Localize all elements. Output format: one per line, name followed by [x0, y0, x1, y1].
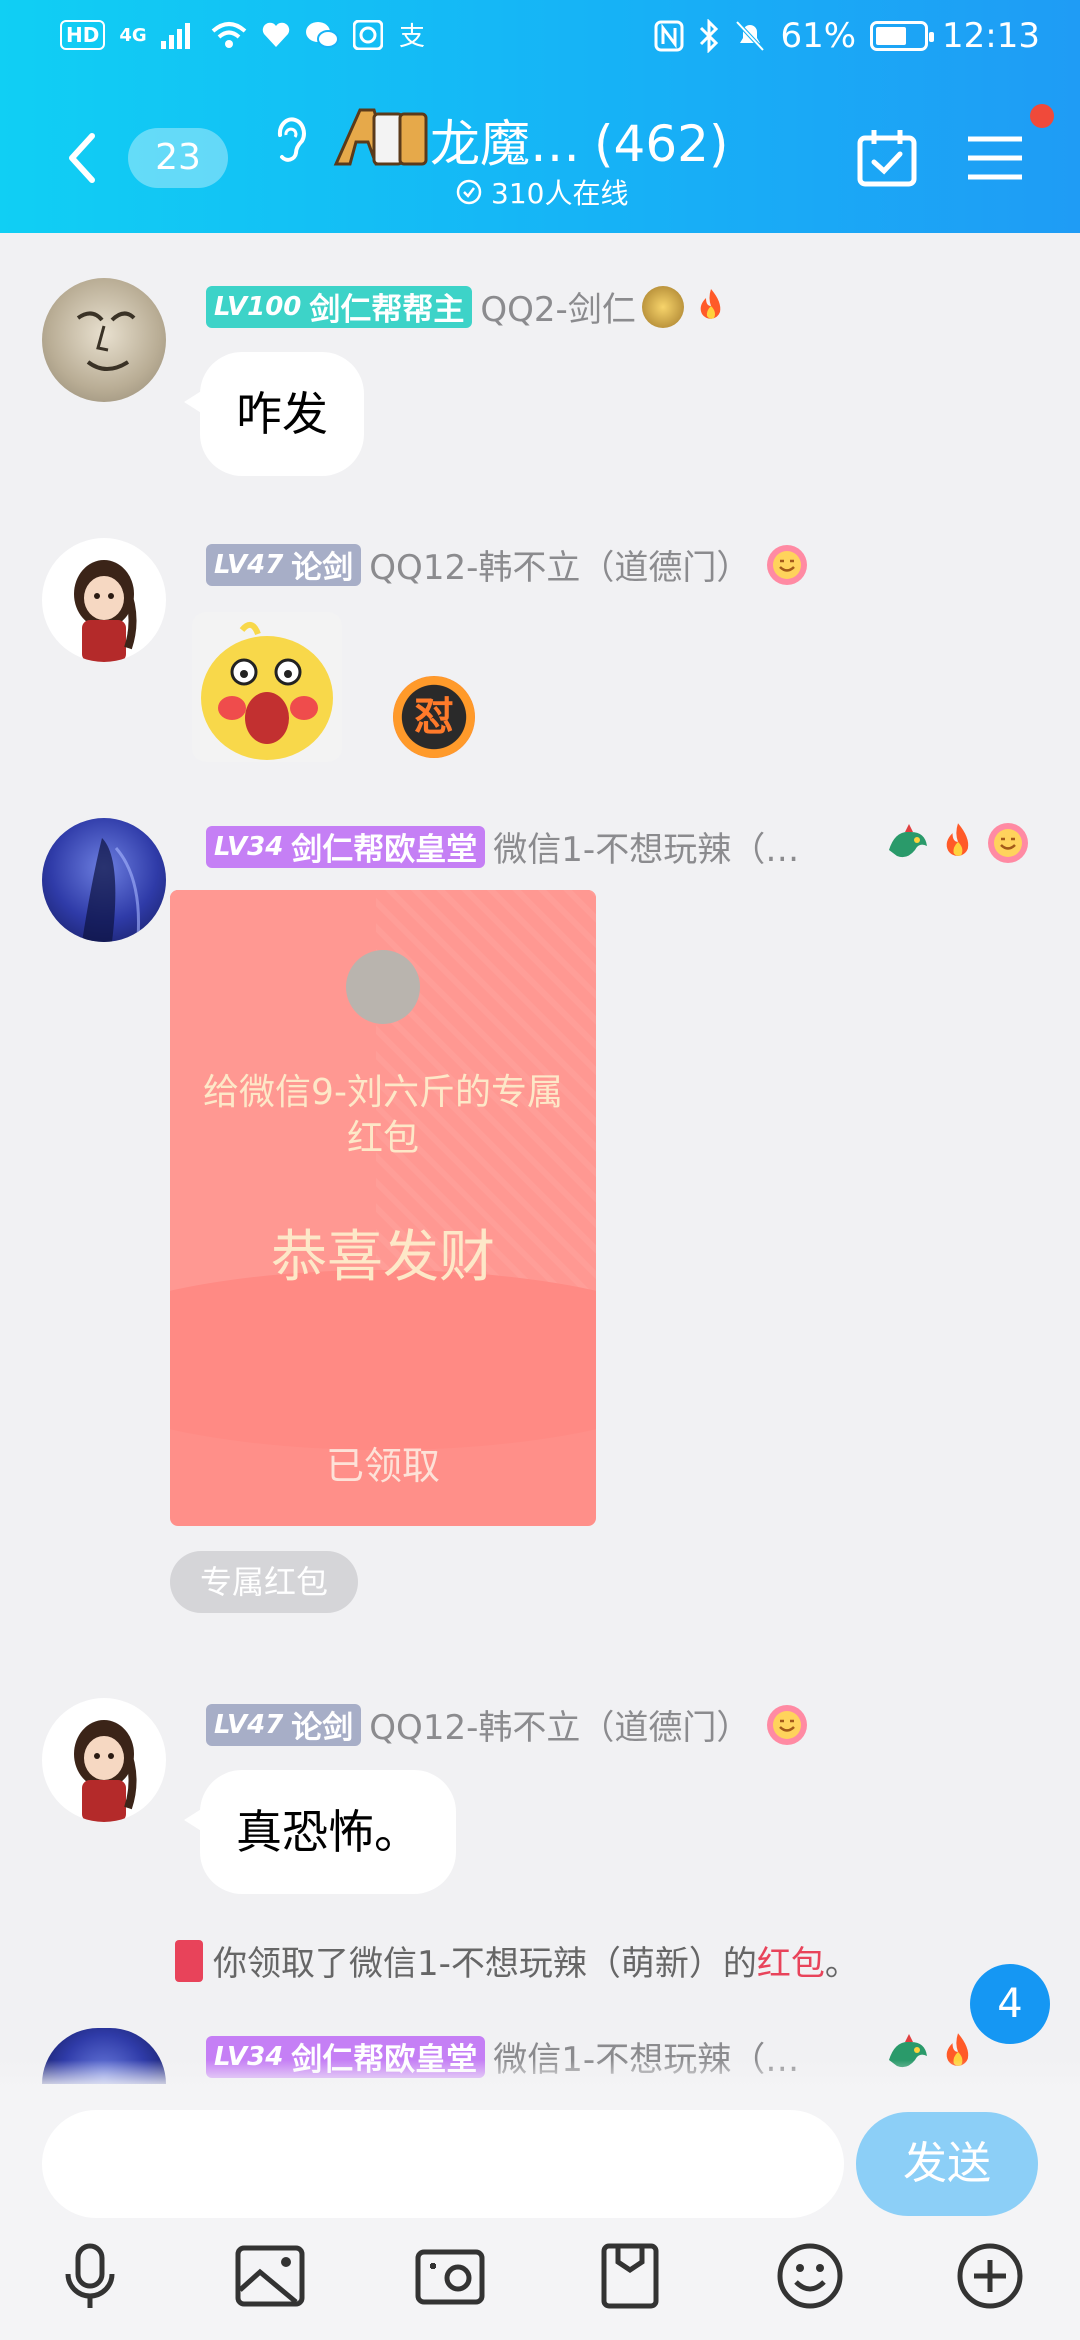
- check-circle-icon: [456, 179, 482, 205]
- angry-sticker-icon[interactable]: 怼: [393, 676, 475, 758]
- avatar[interactable]: [42, 538, 166, 662]
- notice-text: 你领取了微信1-不想玩辣（萌新）的: [213, 1944, 757, 1984]
- message-meta: LV47 论剑 QQ12-韩不立（道德门）: [206, 1700, 810, 1749]
- group-name: 龙魔…: [430, 115, 580, 173]
- input-toolbar: [0, 2240, 1080, 2320]
- sticker-caption: 怼: [414, 694, 454, 740]
- emoji-icon[interactable]: [774, 2240, 846, 2312]
- back-icon[interactable]: [62, 128, 102, 188]
- new-message-count-badge[interactable]: 4: [970, 1964, 1050, 2044]
- notification-dot: [1030, 104, 1054, 128]
- message-meta: LV100 剑仁帮帮主 QQ2-剑仁: [206, 282, 732, 331]
- smile-medal-icon: [988, 823, 1028, 863]
- hd-badge: HD: [60, 20, 106, 50]
- sender-nickname[interactable]: QQ12-韩不立（道德门）: [369, 1700, 750, 1749]
- wechat-icon: [305, 22, 339, 48]
- smile-medal-icon: [767, 544, 808, 585]
- notice-suffix: 。: [824, 1944, 859, 1984]
- avatar-figure-icon: [82, 838, 140, 942]
- mute-bell-icon: [735, 20, 765, 52]
- fire-icon: [700, 288, 721, 319]
- red-packet-link[interactable]: 红包: [757, 1936, 825, 1985]
- fire-icon: [946, 823, 969, 856]
- avatar-character-icon: [74, 1720, 137, 1822]
- red-packet-avatar: [346, 950, 420, 1024]
- level-badge: LV47 论剑: [206, 543, 362, 586]
- red-packet-type-tag: 专属红包: [170, 1551, 359, 1613]
- ear-icon[interactable]: [268, 115, 312, 165]
- message-meta: LV47 论剑 QQ12-韩不立（道德门）: [206, 540, 810, 589]
- group-title[interactable]: 龙魔… (462): [430, 104, 728, 176]
- avatar-face-icon: [76, 311, 136, 371]
- status-left: HD 4G 支: [60, 20, 427, 50]
- battery-icon: [870, 21, 935, 51]
- wifi-icon: [211, 22, 246, 48]
- unread-count-badge[interactable]: 23: [128, 128, 228, 188]
- sender-medals: [885, 820, 1031, 866]
- plus-icon[interactable]: [954, 2240, 1026, 2312]
- medal-icon: [641, 285, 684, 328]
- member-count: (462): [594, 115, 729, 173]
- red-packet-recipient: 给微信9-刘六斤的专属红包: [203, 1072, 563, 1159]
- menu-icon[interactable]: [966, 133, 1024, 183]
- red-packet-card[interactable]: 给微信9-刘六斤的专属红包 恭喜发财 已领取: [170, 890, 596, 1526]
- network-badge: 4G: [119, 24, 147, 46]
- image-icon[interactable]: [234, 2240, 306, 2312]
- message-bubble[interactable]: 咋发: [184, 352, 364, 476]
- send-button[interactable]: 发送: [856, 2112, 1038, 2216]
- microphone-icon[interactable]: [54, 2240, 126, 2312]
- smile-medal-icon: [767, 1704, 808, 1745]
- level-badge: LV47 论剑: [206, 1703, 362, 1746]
- dragon-icon: [889, 824, 927, 858]
- message-meta: LV34剑仁帮欧皇堂 微信1-不想玩辣（…: [206, 822, 799, 871]
- level-badge: LV34剑仁帮欧皇堂: [206, 825, 486, 868]
- avatar[interactable]: [42, 1698, 166, 1822]
- battery-percent: 61%: [780, 16, 857, 56]
- camera-icon[interactable]: [414, 2240, 486, 2312]
- nfc-icon: [654, 20, 684, 52]
- message-bubble[interactable]: 真恐怖。: [184, 1770, 456, 1894]
- duck-sticker-icon[interactable]: [192, 612, 342, 762]
- chat-header: HD 4G 支 61% 12:13 23 龙魔… (462) 310人在线: [0, 0, 1080, 233]
- sender-nickname[interactable]: QQ2-剑仁: [480, 282, 635, 331]
- system-notice: 你领取了微信1-不想玩辣（萌新）的 红包 。: [175, 1936, 859, 1985]
- online-status: 310人在线: [455, 172, 628, 212]
- red-packet-icon: [175, 1939, 203, 1982]
- message-input[interactable]: [42, 2110, 844, 2218]
- calendar-check-icon[interactable]: [856, 128, 918, 188]
- red-packet-status: 已领取: [325, 1444, 440, 1488]
- online-count: 310人在线: [491, 177, 629, 210]
- bank-icon: [352, 20, 383, 50]
- file-icon[interactable]: [594, 2240, 666, 2312]
- alipay-icon: 支: [399, 22, 425, 50]
- svg-text:支: 支: [399, 22, 425, 50]
- red-packet-flap: [170, 1270, 596, 1450]
- status-bar: HD 4G 支 61% 12:13: [0, 0, 1080, 80]
- signal-icon: [160, 23, 190, 49]
- group-logo-icon: [333, 108, 428, 166]
- health-icon: [262, 22, 289, 47]
- bluetooth-icon: [700, 19, 719, 53]
- avatar[interactable]: [42, 818, 166, 942]
- sender-nickname[interactable]: 微信1-不想玩辣（…: [493, 822, 799, 871]
- red-packet-wish: 恭喜发财: [271, 1225, 495, 1290]
- clock: 12:13: [942, 16, 1040, 56]
- sender-nickname[interactable]: QQ12-韩不立（道德门）: [369, 540, 750, 589]
- avatar[interactable]: [42, 278, 166, 402]
- level-badge: LV100 剑仁帮帮主: [206, 285, 473, 328]
- status-right: 61% 12:13: [654, 16, 1040, 56]
- avatar-character-icon: [74, 560, 137, 662]
